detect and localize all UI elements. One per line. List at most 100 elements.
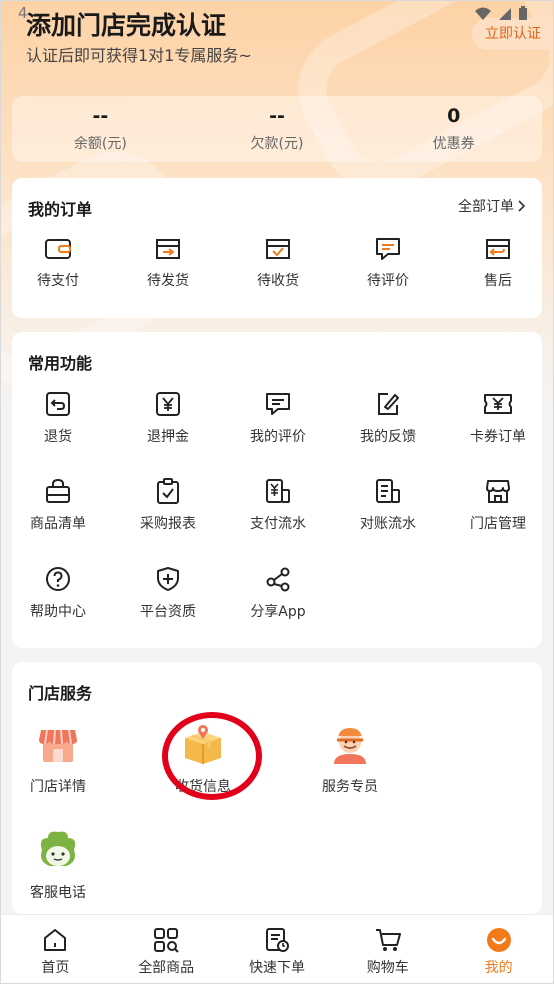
function-product-list[interactable]: 商品清单 <box>3 477 113 533</box>
order-pending-receipt[interactable]: 待收货 <box>223 236 333 290</box>
order-after-sales[interactable]: 售后 <box>443 236 553 290</box>
return-icon <box>46 392 70 416</box>
orders-card: 我的订单 全部订单 待支付 待发货 待收货 待评价 售后 <box>12 178 542 318</box>
page-subtitle: 认证后即可获得1对1专属服务~ <box>26 46 252 65</box>
box-check-icon <box>266 239 290 259</box>
coupon-icon <box>484 394 512 414</box>
order-pending-shipment[interactable]: 待发货 <box>113 236 223 290</box>
chevron-right-icon <box>518 200 526 212</box>
comment-icon <box>376 238 400 260</box>
home-icon <box>44 929 67 951</box>
stat-value: -- <box>92 105 109 127</box>
highlight-annotation <box>162 712 262 800</box>
quick-order-icon <box>265 928 289 952</box>
help-icon <box>46 567 70 591</box>
all-orders-label: 全部订单 <box>458 199 514 215</box>
wifi-icon <box>475 7 491 20</box>
comment-icon <box>266 393 290 415</box>
return-box-icon <box>486 239 510 259</box>
tab-cart[interactable]: 购物车 <box>332 915 443 985</box>
function-label: 采购报表 <box>140 516 196 532</box>
order-pending-payment[interactable]: 待支付 <box>3 236 113 290</box>
function-label: 门店管理 <box>470 516 526 532</box>
functions-card: 常用功能 退货 退押金 我的评价 我的反馈 卡券订单 商品清单 采购报表 支付流… <box>12 332 542 648</box>
tab-profile[interactable]: 我的 <box>443 915 554 985</box>
function-label: 商品清单 <box>30 516 86 532</box>
all-orders-link[interactable]: 全部订单 <box>458 196 526 216</box>
service-store-details[interactable]: 门店详情 <box>8 722 108 796</box>
box-arrow-icon <box>156 239 180 259</box>
share-icon <box>266 567 290 592</box>
tab-quick-order[interactable]: 快速下单 <box>222 915 333 985</box>
function-share-app[interactable]: 分享App <box>223 565 333 621</box>
stat-label: 欠款(元) <box>250 136 304 152</box>
stat-label: 优惠券 <box>432 136 475 152</box>
function-my-reviews[interactable]: 我的评价 <box>223 390 333 446</box>
function-coupon-orders[interactable]: 卡券订单 <box>443 390 553 446</box>
function-help-center[interactable]: 帮助中心 <box>3 565 113 621</box>
signal-icon <box>499 7 511 20</box>
service-label: 客服电话 <box>30 885 86 901</box>
service-label: 门店详情 <box>30 779 86 795</box>
function-statement-flow[interactable]: 对账流水 <box>333 477 443 533</box>
service-customer-phone[interactable]: 客服电话 <box>8 828 108 902</box>
profile-icon <box>486 928 511 952</box>
function-label: 分享App <box>250 604 306 620</box>
service-label: 服务专员 <box>322 779 378 795</box>
tab-label: 全部商品 <box>138 960 195 976</box>
function-label: 退押金 <box>147 429 189 445</box>
stat-value: -- <box>269 105 285 127</box>
function-return[interactable]: 退货 <box>3 390 113 446</box>
order-label: 待收货 <box>257 273 299 289</box>
basket-icon <box>46 478 70 503</box>
wallet-icon <box>45 239 71 259</box>
function-label: 平台资质 <box>140 604 196 620</box>
statement-icon <box>376 479 400 503</box>
stat-debt[interactable]: -- 欠款(元) <box>189 96 366 162</box>
edit-icon <box>378 393 399 415</box>
account-stats: -- 余额(元) -- 欠款(元) 0 优惠券 <box>12 96 542 162</box>
order-label: 待评价 <box>367 273 409 289</box>
tab-label: 购物车 <box>366 960 409 976</box>
store-icon <box>486 480 510 503</box>
certify-button[interactable]: 立即认证 <box>472 18 554 50</box>
function-refund-deposit[interactable]: 退押金 <box>113 390 223 446</box>
function-label: 我的评价 <box>250 429 306 445</box>
function-platform-qualification[interactable]: 平台资质 <box>113 565 223 621</box>
functions-title: 常用功能 <box>28 354 93 373</box>
function-label: 退货 <box>44 429 72 445</box>
grid-icon <box>154 928 179 953</box>
store-services-title: 门店服务 <box>28 684 93 703</box>
order-pending-review[interactable]: 待评价 <box>333 236 443 290</box>
payment-flow-icon <box>266 479 290 503</box>
shield-plus-icon <box>157 567 179 591</box>
function-label: 帮助中心 <box>30 604 86 620</box>
tab-label: 快速下单 <box>248 960 305 976</box>
function-label: 卡券订单 <box>470 429 526 445</box>
stat-balance[interactable]: -- 余额(元) <box>12 96 189 162</box>
tab-home[interactable]: 首页 <box>0 915 111 985</box>
function-payment-flow[interactable]: 支付流水 <box>223 477 333 533</box>
status-icons <box>474 6 528 21</box>
stat-label: 余额(元) <box>73 136 127 152</box>
function-my-feedback[interactable]: 我的反馈 <box>333 390 443 446</box>
tab-label: 我的 <box>484 960 513 976</box>
mascot-icon <box>40 831 76 866</box>
function-store-management[interactable]: 门店管理 <box>443 477 553 533</box>
bottom-tab-bar: 首页 全部商品 快速下单 购物车 我的 <box>0 914 554 985</box>
function-label: 我的反馈 <box>360 429 416 445</box>
clipboard-icon <box>157 478 179 504</box>
tab-label: 首页 <box>41 960 70 976</box>
function-purchase-report[interactable]: 采购报表 <box>113 477 223 533</box>
page-title: 添加门店完成认证 <box>26 11 227 40</box>
store-services-card: 门店服务 门店详情 收货信息 服务专员 客服电话 <box>12 662 542 914</box>
stat-coupons[interactable]: 0 优惠券 <box>365 96 542 162</box>
yen-icon <box>156 392 180 416</box>
cart-icon <box>375 929 401 951</box>
stat-value: 0 <box>447 105 461 127</box>
courier-icon <box>334 728 366 764</box>
order-label: 售后 <box>484 273 512 289</box>
order-label: 待支付 <box>37 273 79 289</box>
service-account-manager[interactable]: 服务专员 <box>300 722 400 796</box>
tab-all-products[interactable]: 全部商品 <box>111 915 222 985</box>
